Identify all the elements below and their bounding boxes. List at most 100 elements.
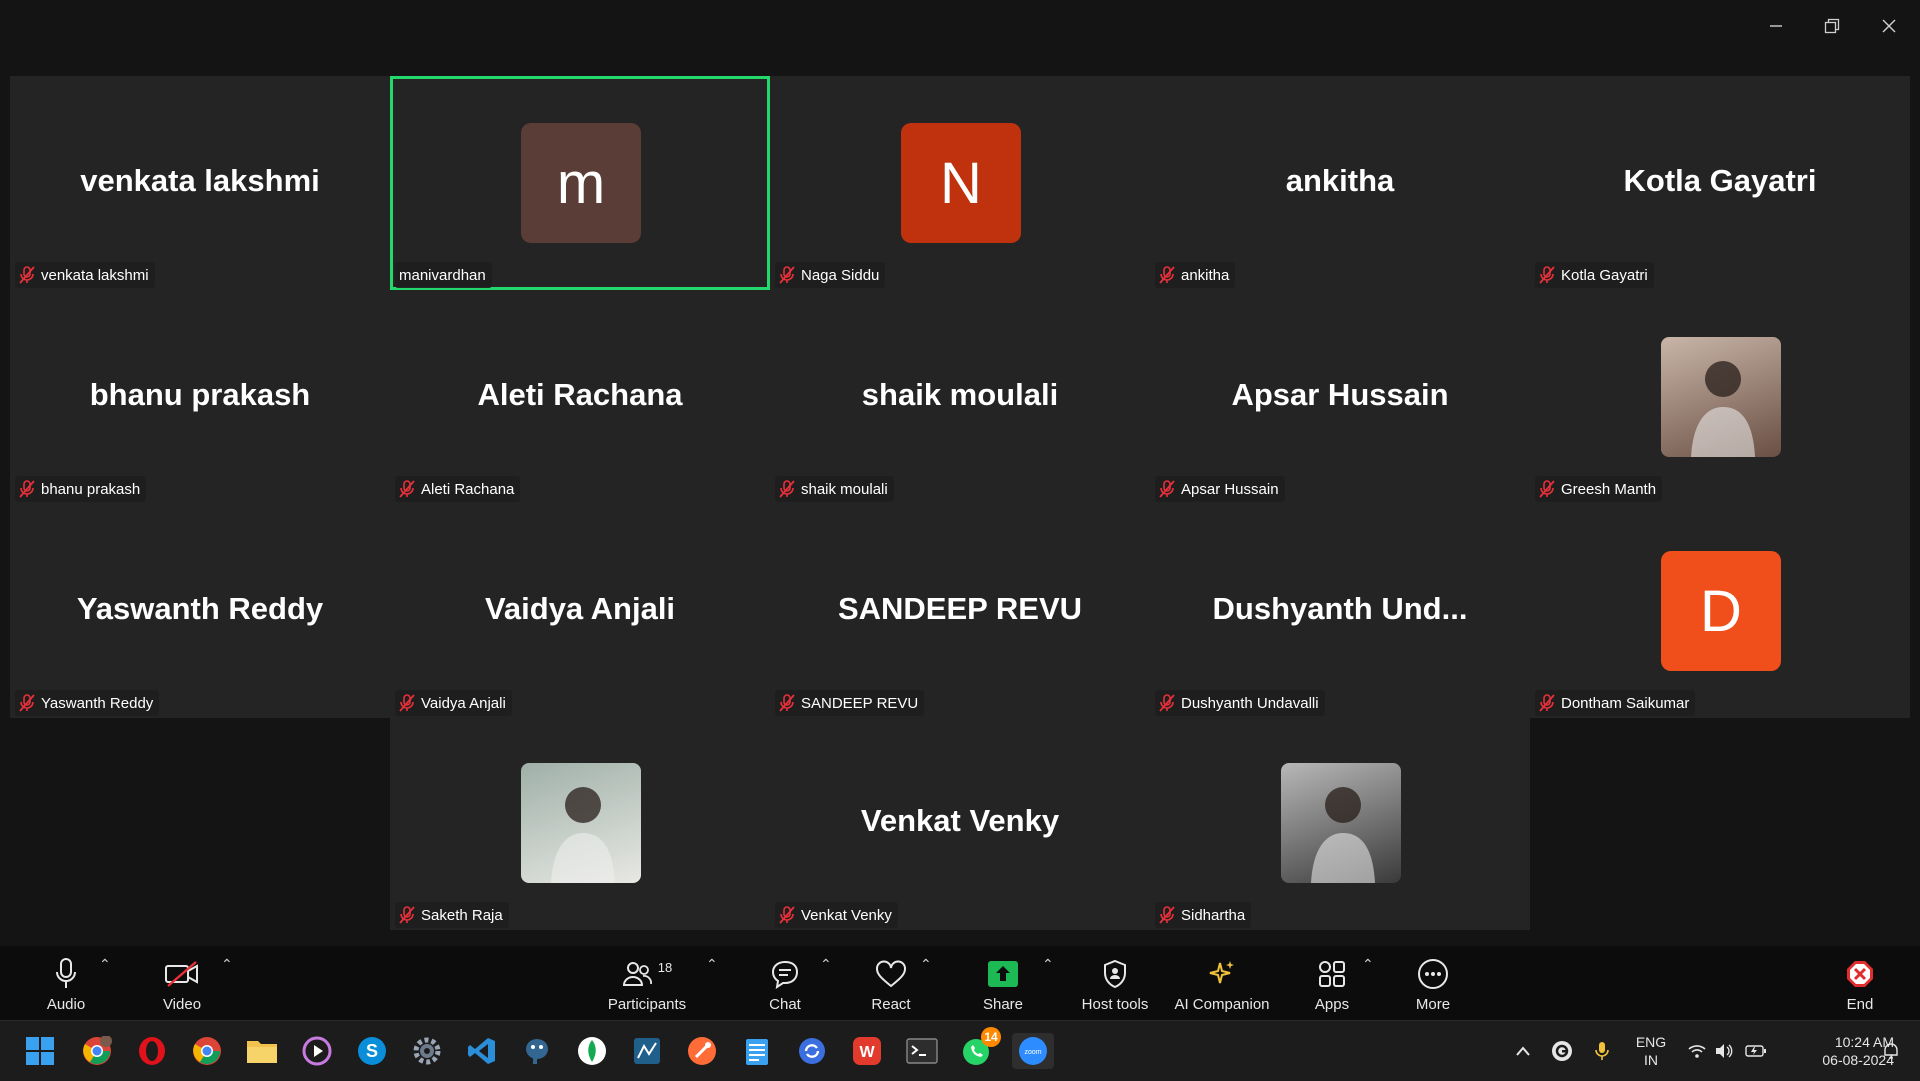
svg-text:S: S: [366, 1041, 378, 1061]
skype-icon[interactable]: S: [354, 1033, 390, 1069]
chat-options-caret[interactable]: ⌃: [820, 956, 832, 973]
vscode-icon[interactable]: [464, 1033, 500, 1069]
grammarly-icon[interactable]: [1548, 1021, 1576, 1081]
participant-tile[interactable]: Apsar Hussain Apsar Hussain: [1150, 290, 1530, 504]
participant-tile[interactable]: Kotla Gayatri Kotla Gayatri: [1530, 76, 1910, 290]
postgresql-icon[interactable]: [519, 1033, 555, 1069]
participant-tile[interactable]: Yaswanth Reddy Yaswanth Reddy: [10, 504, 390, 718]
participant-name-label: bhanu prakash: [15, 476, 147, 502]
media-player-icon[interactable]: [299, 1033, 335, 1069]
apps-button[interactable]: Apps: [1310, 946, 1354, 1020]
language-indicator[interactable]: ENG IN: [1628, 1021, 1674, 1081]
participant-display-name: ankitha: [1285, 163, 1395, 198]
zoom-icon[interactable]: zoom: [1012, 1033, 1054, 1069]
participant-tile[interactable]: Vaidya Anjali Vaidya Anjali: [390, 504, 770, 718]
participant-name-text: Dontham Saikumar: [1561, 694, 1690, 712]
volume-icon[interactable]: [1712, 1021, 1736, 1081]
notification-icon[interactable]: [1876, 1021, 1906, 1081]
share-button[interactable]: Share: [978, 946, 1028, 1020]
participant-name-label: manivardhan: [395, 262, 492, 288]
wps-office-icon[interactable]: W: [849, 1033, 885, 1069]
tray-microphone-icon[interactable]: [1590, 1021, 1614, 1081]
ai-companion-button[interactable]: AI Companion: [1172, 946, 1272, 1020]
notepad-icon[interactable]: [739, 1033, 775, 1069]
restore-icon[interactable]: [1812, 8, 1852, 44]
participant-tile[interactable]: bhanu prakash bhanu prakash: [10, 290, 390, 504]
muted-microphone-icon: [779, 906, 795, 924]
chrome-icon[interactable]: [189, 1033, 225, 1069]
share-options-caret[interactable]: ⌃: [1042, 956, 1054, 973]
participant-name-text: manivardhan: [399, 266, 486, 284]
sync-app-icon[interactable]: [794, 1033, 830, 1069]
participant-name-text: Naga Siddu: [801, 266, 880, 284]
react-options-caret[interactable]: ⌃: [920, 956, 932, 973]
participant-tile[interactable]: Dushyanth Und... Dushyanth Undavalli: [1150, 504, 1530, 718]
audio-options-caret[interactable]: ⌃: [99, 956, 111, 973]
participant-name-text: ankitha: [1181, 266, 1230, 284]
participant-name-text: Venkat Venky: [801, 906, 892, 924]
whatsapp-icon[interactable]: 14: [959, 1027, 1001, 1069]
participant-avatar: m: [521, 123, 641, 243]
share-label: Share: [982, 996, 1024, 1013]
muted-microphone-icon: [779, 694, 795, 712]
participant-name-text: SANDEEP REVU: [801, 694, 919, 712]
participant-name-text: Yaswanth Reddy: [41, 694, 154, 712]
settings-icon[interactable]: [409, 1033, 445, 1069]
participant-tile[interactable]: Saketh Raja: [390, 716, 770, 930]
chat-button[interactable]: Chat: [762, 946, 808, 1020]
participant-tile[interactable]: D Dontham Saikumar: [1530, 504, 1910, 718]
windows-taskbar: S W 14 zoom ENG IN 10:24 AM 06-08-2024: [0, 1020, 1920, 1081]
participant-name-text: Saketh Raja: [421, 906, 503, 924]
postman-icon[interactable]: [684, 1033, 720, 1069]
participant-tile[interactable]: venkata lakshmi venkata lakshmi: [10, 76, 390, 290]
participant-tile[interactable]: Sidhartha: [1150, 716, 1530, 930]
participant-display-name: Apsar Hussain: [1231, 377, 1449, 412]
ai-companion-label: AI Companion: [1174, 996, 1270, 1013]
participant-tile[interactable]: Greesh Manth: [1530, 290, 1910, 504]
chrome-profile-icon[interactable]: [79, 1033, 115, 1069]
share-screen-icon: [987, 956, 1019, 992]
participants-button[interactable]: 18 Participants: [602, 946, 692, 1020]
participant-tile[interactable]: N Naga Siddu: [770, 76, 1150, 290]
end-button[interactable]: End: [1840, 946, 1880, 1020]
apps-options-caret[interactable]: ⌃: [1362, 956, 1374, 973]
participant-tile[interactable]: m manivardhan: [390, 76, 770, 290]
close-icon[interactable]: [1869, 8, 1909, 44]
chat-icon: [770, 956, 800, 992]
battery-icon[interactable]: [1744, 1021, 1768, 1081]
minimize-icon[interactable]: [1756, 8, 1796, 44]
svg-text:W: W: [859, 1044, 875, 1061]
file-explorer-icon[interactable]: [244, 1033, 280, 1069]
muted-microphone-icon: [19, 480, 35, 498]
audio-button[interactable]: Audio: [41, 946, 91, 1020]
participant-display-name: Venkat Venky: [860, 803, 1060, 838]
participant-name-text: Aleti Rachana: [421, 480, 515, 498]
participant-name-label: Dushyanth Undavalli: [1155, 690, 1325, 716]
sparkle-icon: [1207, 956, 1237, 992]
video-options-caret[interactable]: ⌃: [221, 956, 233, 973]
participant-name-label: ankitha: [1155, 262, 1236, 288]
participants-icon: 18: [622, 956, 672, 992]
show-hidden-icons-chevron-icon[interactable]: [1510, 1021, 1536, 1081]
terminal-icon[interactable]: [904, 1033, 940, 1069]
participant-tile[interactable]: SANDEEP REVU SANDEEP REVU: [770, 504, 1150, 718]
participants-options-caret[interactable]: ⌃: [706, 956, 718, 973]
muted-microphone-icon: [399, 480, 415, 498]
participant-name-label: Aleti Rachana: [395, 476, 521, 502]
host-tools-button[interactable]: Host tools: [1075, 946, 1155, 1020]
opera-icon[interactable]: [134, 1033, 170, 1069]
participant-name-label: venkata lakshmi: [15, 262, 155, 288]
participant-tile[interactable]: ankitha ankitha: [1150, 76, 1530, 290]
wifi-icon[interactable]: [1686, 1021, 1708, 1081]
windows-start-icon[interactable]: [22, 1033, 58, 1069]
video-button[interactable]: Video: [157, 946, 207, 1020]
mongodb-icon[interactable]: [574, 1033, 610, 1069]
mysql-workbench-icon[interactable]: [629, 1033, 665, 1069]
participant-tile[interactable]: Venkat Venky Venkat Venky: [770, 716, 1150, 930]
participant-tile[interactable]: Aleti Rachana Aleti Rachana: [390, 290, 770, 504]
more-button[interactable]: More: [1410, 946, 1456, 1020]
participant-name-text: Greesh Manth: [1561, 480, 1657, 498]
participant-avatar: D: [1661, 551, 1781, 671]
participant-tile[interactable]: shaik moulali shaik moulali: [770, 290, 1150, 504]
react-button[interactable]: React: [868, 946, 914, 1020]
